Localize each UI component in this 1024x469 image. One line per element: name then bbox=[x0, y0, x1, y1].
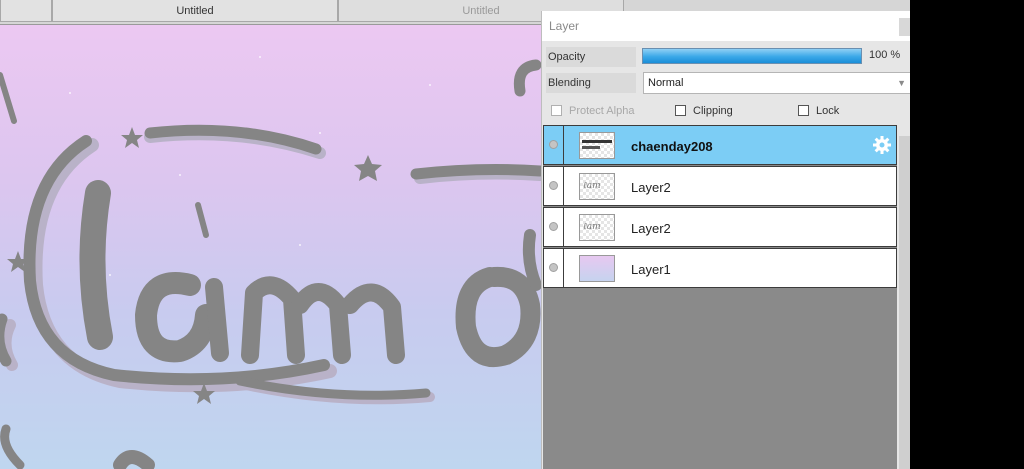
blending-mode-value: Normal bbox=[648, 77, 684, 89]
layer-row-layer2-top[interactable]: ℓam Layer2 bbox=[543, 166, 897, 206]
eye-icon bbox=[549, 181, 558, 190]
blending-mode-select[interactable]: Normal ▼ bbox=[643, 72, 910, 94]
opacity-slider-fill bbox=[643, 49, 861, 63]
opacity-slider[interactable] bbox=[642, 48, 862, 64]
visibility-toggle[interactable] bbox=[544, 208, 564, 246]
layer-row-layer2-bottom[interactable]: ℓam Layer2 bbox=[543, 207, 897, 247]
thumb-text-line bbox=[582, 140, 612, 143]
clipping-checkbox[interactable]: Clipping bbox=[675, 104, 733, 118]
lock-checkbox[interactable]: Lock bbox=[798, 104, 839, 118]
canvas-artwork bbox=[0, 56, 542, 469]
layer-panel-scrollbar[interactable] bbox=[899, 136, 910, 469]
tab-prev[interactable] bbox=[0, 0, 52, 22]
layer-thumbnail bbox=[579, 255, 615, 282]
eye-icon bbox=[549, 263, 558, 272]
layer-list: chaenday208 ℓam Layer2 ℓam Layer2 Layer1 bbox=[543, 125, 897, 469]
layer-thumbnail: ℓam bbox=[579, 214, 615, 241]
layer-name: Layer2 bbox=[631, 180, 671, 195]
protect-alpha-checkbox[interactable]: Protect Alpha bbox=[551, 104, 634, 118]
blending-label: Blending bbox=[546, 73, 636, 93]
protect-alpha-box bbox=[551, 105, 562, 116]
lock-label: Lock bbox=[816, 105, 840, 117]
layer-thumbnail bbox=[579, 132, 615, 159]
eye-icon bbox=[549, 140, 558, 149]
gear-icon[interactable] bbox=[872, 135, 892, 155]
thumb-lettering-icon: ℓam bbox=[583, 181, 601, 191]
layer-panel-title-text: Layer bbox=[549, 19, 580, 33]
lock-box bbox=[798, 105, 809, 116]
opacity-value: 100 % bbox=[869, 49, 901, 61]
layer-name: chaenday208 bbox=[631, 139, 713, 154]
paint-app-window: Untitled Untitled Layer Opacity 100 % Bl… bbox=[0, 0, 910, 469]
chevron-down-icon: ▼ bbox=[897, 78, 906, 88]
eye-icon bbox=[549, 222, 558, 231]
opacity-label: Opacity bbox=[546, 47, 636, 67]
layer-row-layer1[interactable]: Layer1 bbox=[543, 248, 897, 288]
layer-panel-title: Layer bbox=[542, 11, 910, 41]
lettering-strokes bbox=[0, 59, 542, 469]
layer-name: Layer2 bbox=[631, 221, 671, 236]
protect-alpha-label: Protect Alpha bbox=[569, 105, 635, 117]
thumb-lettering-icon: ℓam bbox=[583, 222, 601, 232]
layer-name: Layer1 bbox=[631, 262, 671, 277]
tab-untitled-active[interactable]: Untitled bbox=[52, 0, 338, 22]
layer-row-chaenday208[interactable]: chaenday208 bbox=[543, 125, 897, 165]
visibility-toggle[interactable] bbox=[544, 126, 564, 164]
clipping-label: Clipping bbox=[693, 105, 733, 117]
visibility-toggle[interactable] bbox=[544, 249, 564, 287]
drawing-canvas[interactable] bbox=[0, 25, 542, 469]
sparkle-dots bbox=[39, 56, 501, 276]
layer-thumbnail: ℓam bbox=[579, 173, 615, 200]
thumb-text-line bbox=[582, 146, 600, 149]
layer-panel: Layer Opacity 100 % Blending Normal ▼ Pr… bbox=[541, 11, 910, 469]
clipping-box bbox=[675, 105, 686, 116]
panel-close-button[interactable] bbox=[899, 18, 910, 36]
visibility-toggle[interactable] bbox=[544, 167, 564, 205]
